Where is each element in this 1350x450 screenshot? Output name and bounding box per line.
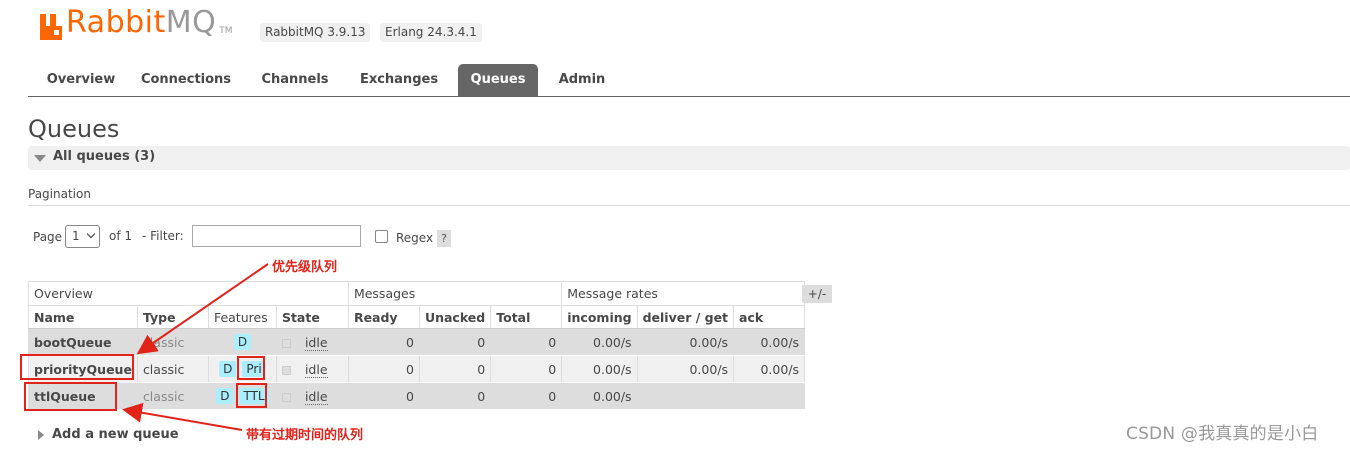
ttl-queue-annotation: 带有过期时间的队列 (246, 428, 364, 443)
priority-annotation-arrow (136, 263, 269, 355)
csdn-watermark: CSDN @我真真的是小白 (1126, 424, 1319, 444)
ttl-annotation-arrow (122, 402, 243, 431)
priority-queue-annotation: 优先级队列 (272, 260, 338, 275)
annotation-arrows (122, 263, 269, 431)
